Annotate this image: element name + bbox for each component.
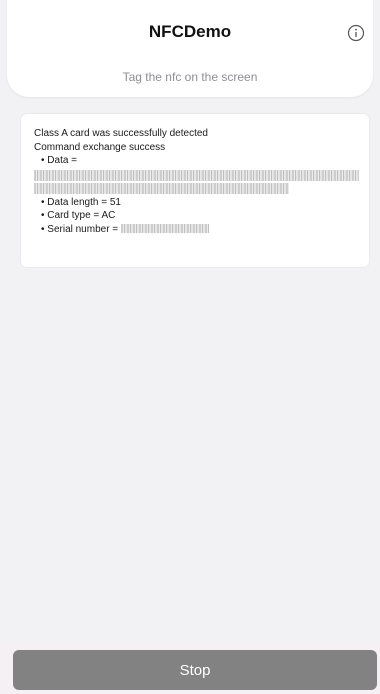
instruction-subtitle: Tag the nfc on the screen xyxy=(122,70,258,84)
serial-number-row: • Serial number = xyxy=(34,223,359,237)
result-text: Class A card was successfully detected C… xyxy=(34,127,359,236)
header-card: NFCDemo Tag the nfc on the screen xyxy=(7,0,373,97)
result-card: Class A card was successfully detected C… xyxy=(21,114,369,267)
app-title: NFCDemo xyxy=(148,22,232,41)
serial-number-label: • Serial number = xyxy=(41,223,119,235)
detection-status: Class A card was successfully detected xyxy=(34,128,208,139)
card-type: • Card type = AC xyxy=(41,210,116,221)
redacted-data-line-1 xyxy=(34,169,359,181)
command-status: Command exchange success xyxy=(34,141,166,153)
data-label: • Data = xyxy=(41,155,78,166)
redacted-data-line-2 xyxy=(34,182,289,194)
info-icon[interactable] xyxy=(347,24,365,42)
stop-button[interactable]: Stop xyxy=(13,650,377,690)
redacted-serial-number xyxy=(121,224,210,234)
data-length: • Data length = 51 xyxy=(41,196,121,208)
